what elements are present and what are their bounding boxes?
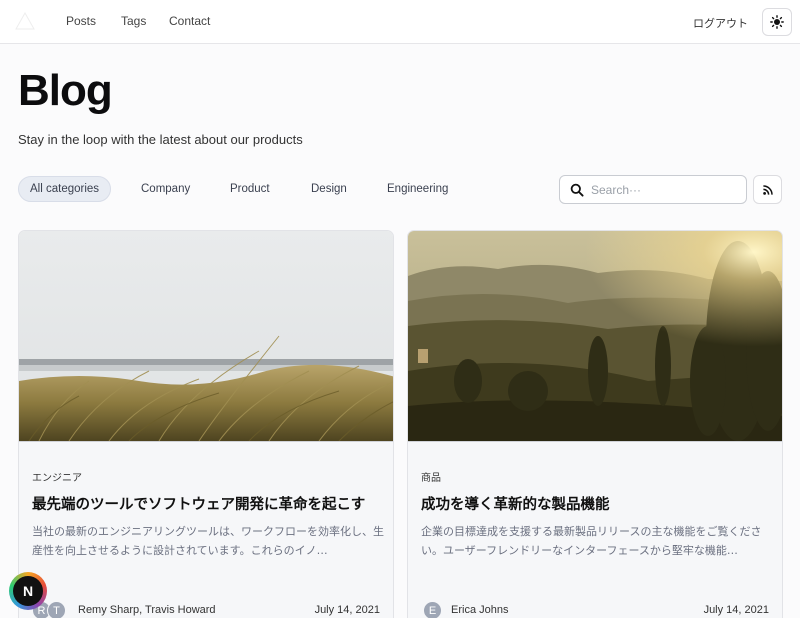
category-chip-all[interactable]: All categories [18, 176, 112, 202]
image-divider [408, 441, 782, 442]
page-title: Blog [18, 66, 113, 115]
post-excerpt: 企業の目標達成を支援する最新製品リリースの主な機能をご覧ください。ユーザーフレン… [421, 525, 762, 557]
post-title[interactable]: 成功を導く革新的な製品機能 [421, 493, 610, 514]
post-tag[interactable]: エンジニア [32, 469, 82, 484]
category-chip-company[interactable]: Company [130, 176, 201, 202]
post-excerpt: 当社の最新のエンジニアリングツールは、ワークフローを効率化し、生産性を向上させる… [32, 525, 384, 557]
post-card[interactable]: 商品 成功を導く革新的な製品機能 企業の目標達成を支援する最新製品リリースの主な… [407, 230, 783, 618]
post-title[interactable]: 最先端のツールでソフトウェア開発に革命を起こす [32, 493, 365, 514]
search-box[interactable] [559, 175, 747, 204]
logo-icon[interactable] [15, 12, 35, 30]
post-cover-image-landscape [408, 231, 782, 441]
post-date: July 14, 2021 [703, 604, 769, 616]
avatar: T [47, 601, 66, 618]
post-tag[interactable]: 商品 [421, 469, 441, 484]
search-icon [570, 183, 584, 197]
top-navigation-bar: Posts Tags Contact ログアウト [0, 0, 800, 44]
dev-tools-badge[interactable]: N [9, 572, 47, 610]
nav-link-posts[interactable]: Posts [66, 14, 96, 28]
page-subtitle: Stay in the loop with the latest about o… [18, 132, 303, 147]
theme-toggle-button[interactable] [762, 8, 792, 36]
category-chip-engineering[interactable]: Engineering [376, 176, 459, 202]
logout-link[interactable]: ログアウト [693, 15, 748, 31]
search-input[interactable] [591, 181, 741, 199]
nav-link-tags[interactable]: Tags [121, 14, 146, 28]
rss-icon [762, 184, 773, 195]
sun-icon [770, 15, 784, 29]
author-names: Erica Johns [451, 604, 509, 616]
post-card[interactable]: エンジニア 最先端のツールでソフトウェア開発に革命を起こす 当社の最新のエンジニ… [18, 230, 394, 618]
post-cover-image-grass [19, 231, 393, 441]
rss-feed-button[interactable] [753, 175, 782, 204]
category-chip-design[interactable]: Design [300, 176, 358, 202]
dev-tools-badge-letter: N [13, 576, 43, 606]
author-names: Remy Sharp, Travis Howard [78, 604, 216, 616]
avatar: E [423, 601, 442, 618]
image-divider [19, 441, 393, 442]
post-date: July 14, 2021 [314, 604, 380, 616]
nav-link-contact[interactable]: Contact [169, 14, 210, 28]
category-chip-product[interactable]: Product [219, 176, 281, 202]
